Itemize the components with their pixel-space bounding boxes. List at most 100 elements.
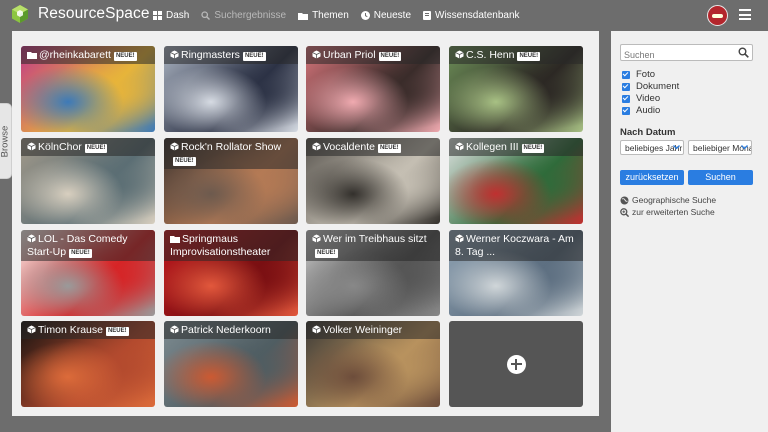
search-sidebar: Foto Dokument Video Audio Nach Datum bel… (611, 31, 768, 432)
resourcespace-logo-icon (10, 4, 30, 24)
collection-caption[interactable]: Wer im Treibhaus sitzt NEUE! (306, 230, 440, 261)
collection-tile[interactable]: Werner Koczwara - Am 8. Tag ... (449, 230, 583, 316)
collection-tile[interactable]: Timon Krause NEUE! (21, 321, 155, 407)
collection-caption[interactable]: Ringmasters NEUE! (164, 46, 298, 64)
nav-themes[interactable]: Themen (298, 10, 349, 21)
month-select[interactable]: beliebiger Monat (688, 140, 752, 155)
advanced-search-link[interactable]: zur erweiterten Suche (620, 207, 715, 217)
collection-caption[interactable]: Volker Weininger (306, 321, 440, 339)
collection-title: Wer im Treibhaus sitzt (323, 233, 427, 245)
add-collection-tile[interactable] (449, 321, 583, 407)
chevron-down-icon (741, 145, 748, 150)
collections-grid: @rheinkabarett NEUE! Ringmasters NEUE! Urban… (12, 31, 599, 416)
collection-tile[interactable]: Volker Weininger (306, 321, 440, 407)
nav-recent[interactable]: Neueste (360, 10, 411, 21)
date-filter-label: Nach Datum (620, 127, 676, 138)
search-icon[interactable] (738, 47, 749, 58)
filter-label: Video (636, 93, 661, 104)
filter-foto[interactable]: Foto (622, 69, 655, 80)
collection-caption[interactable]: Vocaldente NEUE! (306, 138, 440, 156)
filter-audio[interactable]: Audio (622, 105, 660, 116)
collection-caption[interactable]: Urban Priol NEUE! (306, 46, 440, 64)
collection-tile[interactable]: Ringmasters NEUE! (164, 46, 298, 132)
cube-icon (170, 325, 179, 334)
collection-caption[interactable]: KölnChor NEUE! (21, 138, 155, 156)
collection-caption[interactable]: Patrick Nederkoorn (164, 321, 298, 339)
collection-tile[interactable]: @rheinkabarett NEUE! (21, 46, 155, 132)
plus-icon[interactable] (506, 354, 526, 374)
new-badge: NEUE! (378, 52, 402, 61)
collection-caption[interactable]: Werner Koczwara - Am 8. Tag ... (449, 230, 583, 261)
collection-tile[interactable]: LOL - Das Comedy Start-Up NEUE! (21, 230, 155, 316)
checkbox[interactable] (622, 106, 630, 115)
checkbox[interactable] (622, 70, 630, 79)
nav-label: Dash (166, 10, 190, 21)
filter-label: Foto (636, 69, 656, 80)
filter-dokument[interactable]: Dokument (622, 81, 679, 92)
collection-title: Ringmasters (181, 49, 240, 61)
geo-search-link[interactable]: Geographische Suche (620, 195, 716, 205)
checkbox[interactable] (622, 82, 630, 91)
cube-icon (312, 50, 321, 59)
collection-tile[interactable]: Urban Priol NEUE! (306, 46, 440, 132)
collection-title: Vocaldente (323, 141, 375, 153)
grid-icon (153, 11, 162, 20)
chevron-down-icon (673, 145, 680, 150)
collection-tile[interactable]: Wer im Treibhaus sitzt NEUE! (306, 230, 440, 316)
collection-title: Springmaus Improvisationstheater (170, 233, 271, 258)
collection-tile[interactable]: Springmaus Improvisationstheater (164, 230, 298, 316)
cube-icon (312, 142, 321, 151)
cube-icon (312, 325, 321, 334)
collection-title: Kollegen III (466, 141, 519, 153)
collection-tile[interactable]: C.S. Henn NEUE! (449, 46, 583, 132)
new-badge: NEUE! (521, 144, 545, 153)
collection-title: Rock'n Rollator Show (181, 141, 282, 153)
cube-icon (455, 50, 464, 59)
collection-caption[interactable]: LOL - Das Comedy Start-Up NEUE! (21, 230, 155, 261)
new-badge: NEUE! (315, 249, 338, 258)
new-badge: NEUE! (113, 52, 137, 61)
search-input[interactable] (621, 47, 731, 63)
user-avatar[interactable] (707, 5, 728, 26)
search-button[interactable]: Suchen (688, 170, 753, 185)
browse-label: Browse (0, 125, 11, 158)
filter-video[interactable]: Video (622, 93, 660, 104)
collection-caption[interactable]: Springmaus Improvisationstheater (164, 230, 298, 261)
clock-icon (360, 11, 370, 20)
collection-caption[interactable]: Timon Krause NEUE! (21, 321, 155, 339)
collection-caption[interactable]: Rock'n Rollator Show NEUE! (164, 138, 298, 169)
menu-icon[interactable] (739, 9, 751, 20)
link-label: zur erweiterten Suche (632, 207, 715, 217)
collection-title: @rheinkabarett (39, 49, 111, 61)
cube-icon (27, 142, 36, 151)
collection-caption[interactable]: @rheinkabarett NEUE! (21, 46, 155, 64)
globe-icon (620, 196, 629, 204)
collection-tile[interactable]: Kollegen III NEUE! (449, 138, 583, 224)
collection-title: Patrick Nederkoorn (181, 324, 271, 336)
reset-button[interactable]: zurücksetzen (620, 170, 684, 185)
cube-icon (170, 50, 179, 59)
collection-title: Urban Priol (323, 49, 376, 61)
nav-knowledge-base[interactable]: Wissensdatenbank (423, 10, 520, 21)
checkbox[interactable] (622, 94, 630, 103)
collection-tile[interactable]: Vocaldente NEUE! (306, 138, 440, 224)
collection-caption[interactable]: C.S. Henn NEUE! (449, 46, 583, 64)
app-name: ResourceSpace (38, 5, 150, 22)
cube-icon (455, 142, 464, 151)
new-badge: NEUE! (105, 327, 129, 336)
nav-dash[interactable]: Dash (153, 10, 189, 21)
nav-search-results[interactable]: Suchergebnisse (201, 10, 286, 21)
cube-icon (312, 234, 321, 243)
collection-caption[interactable]: Kollegen III NEUE! (449, 138, 583, 156)
logo[interactable]: ResourceSpace (10, 4, 150, 24)
new-badge: NEUE! (173, 157, 196, 166)
browse-tab[interactable]: Browse (0, 103, 12, 179)
year-select[interactable]: beliebiges Jahr (620, 140, 684, 155)
new-badge: NEUE! (84, 144, 108, 153)
folder-icon (27, 52, 37, 59)
main-nav: Dash Suchergebnisse Themen Neueste Wisse… (153, 0, 532, 31)
collection-tile[interactable]: KölnChor NEUE! (21, 138, 155, 224)
collection-tile[interactable]: Patrick Nederkoorn (164, 321, 298, 407)
collection-tile[interactable]: Rock'n Rollator Show NEUE! (164, 138, 298, 224)
new-badge: NEUE! (377, 144, 401, 153)
